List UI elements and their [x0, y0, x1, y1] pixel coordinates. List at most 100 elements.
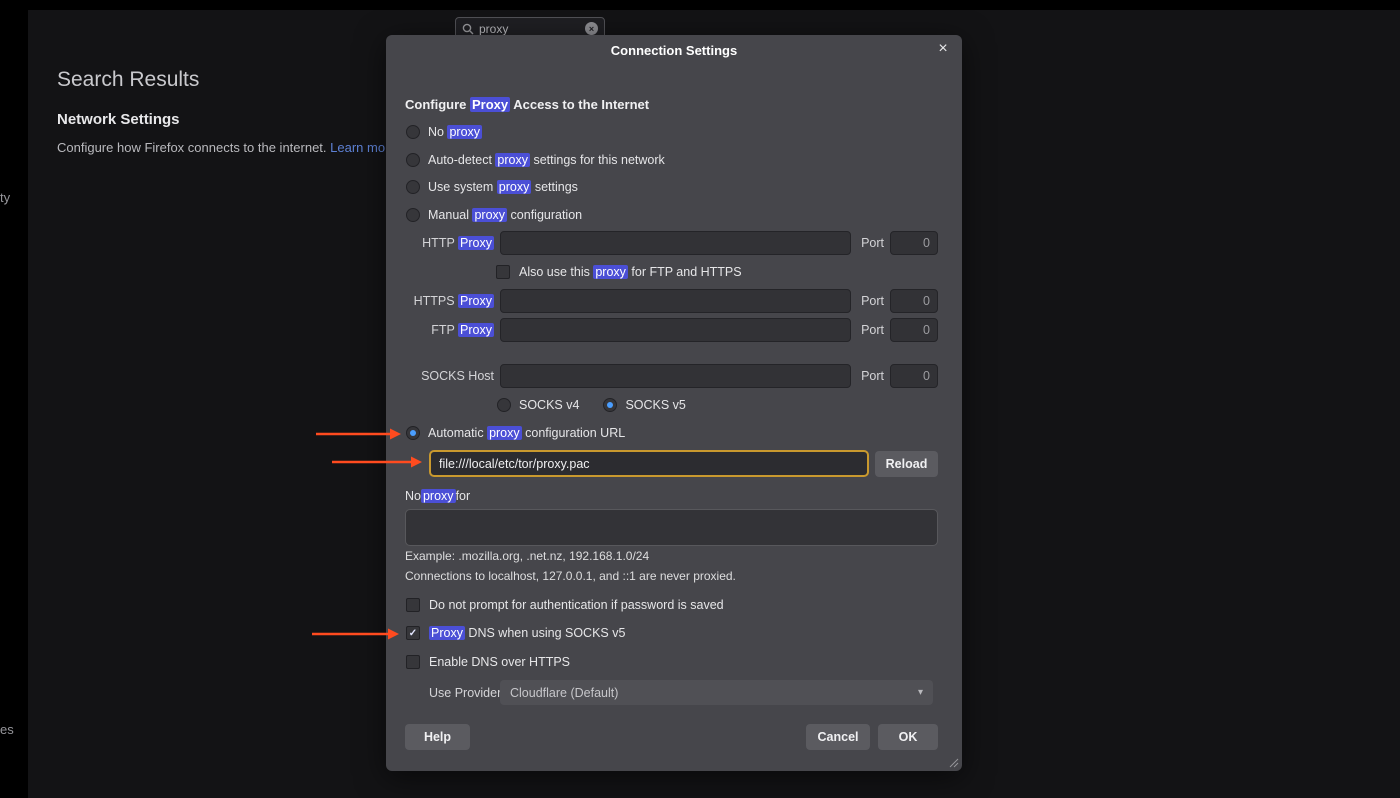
- radio-no-proxy[interactable]: [406, 125, 420, 139]
- search-highlight: Proxy: [470, 97, 510, 112]
- page-title: Search Results: [57, 68, 199, 92]
- radio-auto-config-url[interactable]: [406, 426, 420, 440]
- radio-system-proxy[interactable]: [406, 180, 420, 194]
- checkbox-proxy-dns-checked[interactable]: ✓: [406, 626, 420, 640]
- close-icon[interactable]: ×: [934, 40, 952, 58]
- clear-search-icon[interactable]: ×: [585, 22, 598, 35]
- ftp-port-input[interactable]: [890, 318, 938, 342]
- search-highlight: proxy: [472, 208, 507, 222]
- label-part: No: [428, 125, 447, 139]
- cancel-button[interactable]: Cancel: [806, 724, 870, 750]
- search-input[interactable]: [479, 22, 577, 36]
- search-highlight: proxy: [447, 125, 482, 139]
- http-proxy-label: HTTP Proxy: [405, 236, 494, 250]
- localhost-note: Connections to localhost, 127.0.0.1, and…: [405, 569, 736, 583]
- label-part: DNS when using SOCKS v5: [465, 626, 626, 640]
- ftp-proxy-row: FTP Proxy Port: [405, 318, 938, 342]
- label-part: settings for this network: [530, 153, 665, 167]
- socks-host-label: SOCKS Host: [405, 369, 494, 383]
- label-part: settings: [531, 180, 578, 194]
- checkbox-enable-doh[interactable]: [406, 655, 420, 669]
- https-port-input[interactable]: [890, 289, 938, 313]
- help-button[interactable]: Help: [405, 724, 470, 750]
- socks-v4-label: SOCKS v4: [519, 398, 579, 412]
- proxy-dns-row: ✓ Proxy DNS when using SOCKS v5: [406, 621, 625, 645]
- heading-part: Configure: [405, 97, 470, 112]
- chevron-down-icon: ▾: [918, 687, 923, 698]
- checkbox-no-prompt-auth[interactable]: [406, 598, 420, 612]
- radio-label: Manual proxy configuration: [428, 208, 582, 222]
- ftp-proxy-label: FTP Proxy: [405, 323, 494, 337]
- reload-button[interactable]: Reload: [875, 451, 938, 477]
- auto-config-url-row: Reload: [429, 450, 938, 477]
- network-settings-description: Configure how Firefox connects to the in…: [57, 140, 397, 155]
- radio-manual-proxy[interactable]: [406, 208, 420, 222]
- http-port-input[interactable]: [890, 231, 938, 255]
- radio-auto-detect-proxy[interactable]: [406, 153, 420, 167]
- checkbox-label: Also use this proxy for FTP and HTTPS: [519, 265, 742, 279]
- radio-label: No proxy: [428, 125, 482, 139]
- search-highlight: Proxy: [458, 236, 494, 250]
- ftp-proxy-input[interactable]: [500, 318, 851, 342]
- socks-host-input[interactable]: [500, 364, 851, 388]
- port-label: Port: [861, 236, 884, 250]
- port-label: Port: [861, 323, 884, 337]
- search-highlight: proxy: [495, 153, 530, 167]
- socks-port-input[interactable]: [890, 364, 938, 388]
- cutoff-text-fragment: ty: [0, 190, 10, 205]
- radio-row-manual-proxy: Manual proxy configuration: [406, 203, 582, 227]
- search-highlight: proxy: [593, 265, 628, 279]
- use-provider-label: Use Provider: [429, 686, 492, 700]
- checkbox-label: Proxy DNS when using SOCKS v5: [429, 626, 625, 640]
- radio-label: Use system proxy settings: [428, 180, 578, 194]
- search-highlight: proxy: [497, 180, 532, 194]
- search-highlight: Proxy: [458, 294, 494, 308]
- label-part: for FTP and HTTPS: [628, 265, 742, 279]
- http-proxy-input[interactable]: [500, 231, 851, 255]
- radio-row-system-proxy: Use system proxy settings: [406, 175, 578, 199]
- dialog-heading: Configure Proxy Access to the Internet: [405, 97, 649, 112]
- no-proxy-for-label: No proxy for: [405, 484, 470, 508]
- no-proxy-for-textarea[interactable]: [405, 509, 938, 546]
- resize-grip[interactable]: [948, 757, 959, 768]
- heading-part: Access to the Internet: [510, 97, 649, 112]
- checkbox-also-use-proxy[interactable]: [496, 265, 510, 279]
- description-text: Configure how Firefox connects to the in…: [57, 140, 330, 155]
- port-label: Port: [861, 294, 884, 308]
- search-highlight: Proxy: [429, 626, 465, 640]
- example-note: Example: .mozilla.org, .net.nz, 192.168.…: [405, 549, 649, 563]
- checkbox-label: Enable DNS over HTTPS: [429, 655, 570, 669]
- auto-config-url-input[interactable]: [429, 450, 869, 477]
- search-highlight: Proxy: [458, 323, 494, 337]
- radio-label: Auto-detect proxy settings for this netw…: [428, 153, 665, 167]
- label-part: Manual: [428, 208, 472, 222]
- label-part: configuration URL: [522, 426, 626, 440]
- radio-label: Automatic proxy configuration URL: [428, 426, 625, 440]
- https-proxy-input[interactable]: [500, 289, 851, 313]
- radio-row-auto-detect: Auto-detect proxy settings for this netw…: [406, 148, 665, 172]
- no-prompt-auth-row: Do not prompt for authentication if pass…: [406, 593, 724, 617]
- radio-row-auto-config-url: Automatic proxy configuration URL: [406, 421, 625, 445]
- search-highlight: proxy: [421, 489, 456, 503]
- check-icon: ✓: [409, 628, 417, 639]
- radio-row-no-proxy: No proxy: [406, 120, 482, 144]
- port-label: Port: [861, 369, 884, 383]
- socks-host-row: SOCKS Host Port: [405, 364, 938, 388]
- label-part: for: [456, 489, 471, 503]
- radio-socks-v5[interactable]: [603, 398, 617, 412]
- radio-socks-v4[interactable]: [497, 398, 511, 412]
- provider-select[interactable]: Cloudflare (Default) ▾: [500, 680, 933, 705]
- network-settings-title: Network Settings: [57, 111, 180, 128]
- label-part: Use system: [428, 180, 497, 194]
- https-proxy-row: HTTPS Proxy Port: [405, 289, 938, 313]
- provider-row: Use Provider Cloudflare (Default) ▾: [429, 680, 933, 705]
- label-part: HTTP: [422, 236, 458, 250]
- screen: Search Results Network Settings Configur…: [0, 0, 1400, 798]
- dialog-title: Connection Settings: [386, 43, 962, 58]
- ok-button[interactable]: OK: [878, 724, 938, 750]
- cutoff-text-fragment: es: [0, 722, 14, 737]
- search-icon: [462, 23, 474, 35]
- socks-v5-label: SOCKS v5: [625, 398, 685, 412]
- provider-selected-value: Cloudflare (Default): [510, 686, 618, 700]
- label-part: Auto-detect: [428, 153, 495, 167]
